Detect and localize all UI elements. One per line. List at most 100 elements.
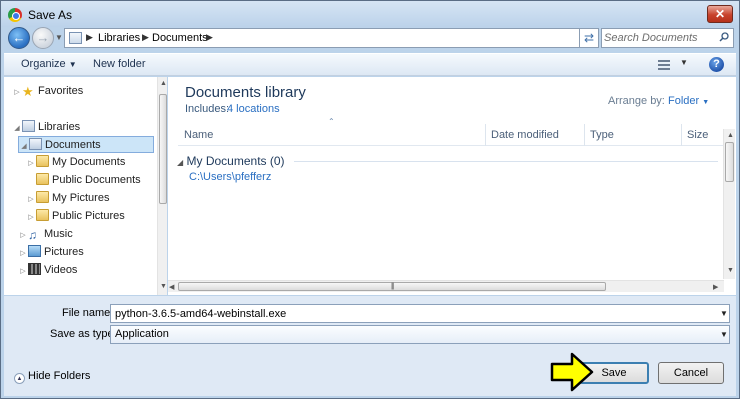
recent-pages-dropdown[interactable]: ▼ [55,31,63,45]
forward-button[interactable]: → [32,27,54,49]
arrange-by-dropdown[interactable]: Folder ▼ [668,95,709,107]
collapse-icon[interactable]: ◢ [19,138,29,155]
sidebar-item-label: Videos [44,264,78,276]
file-list-vertical-scrollbar[interactable]: ▲ ▼ [723,129,735,279]
arrange-by-label: Arrange by: [608,95,665,107]
chevron-down-icon: ▼ [68,60,77,69]
close-button[interactable]: ✕ [707,5,733,23]
locations-link[interactable]: 4 locations [227,103,280,115]
sidebar-item-label: Documents [45,139,101,151]
documents-library-icon [29,138,42,150]
scroll-right-icon[interactable]: ▶ [713,283,718,291]
scroll-up-icon[interactable]: ▲ [727,132,734,139]
folder-icon [36,209,49,221]
address-bar[interactable]: ▶ Libraries ▶ Documents ▶ ▼ [64,28,594,48]
library-title: Documents library [185,84,306,101]
back-button[interactable]: ← [8,27,30,49]
navigation-scrollbar[interactable]: ▲ ▼ [157,77,167,295]
breadcrumb-documents[interactable]: Documents [152,32,208,44]
command-bar: Organize ▼ New folder ▼ ? [4,53,736,76]
dialog-footer: ▲ Hide Folders Save Cancel [4,356,736,396]
save-as-type-select[interactable]: Application [110,325,730,344]
refresh-button[interactable]: ⇄ [579,28,599,48]
column-header-type[interactable]: Type [586,124,682,146]
chevron-down-icon: ▼ [702,99,710,106]
sidebar-item-my-pictures[interactable]: ▷ My Pictures [26,190,109,207]
file-list-horizontal-scrollbar[interactable]: ◀ ||| ▶ [168,280,724,292]
sidebar-item-label: Music [44,228,73,240]
search-box[interactable] [601,28,734,48]
scroll-down-icon[interactable]: ▼ [727,267,734,274]
scrollbar-thumb[interactable] [725,142,734,182]
chevron-right-icon[interactable]: ▶ [86,32,93,43]
scrollbar-thumb[interactable] [159,94,167,204]
expand-icon[interactable]: ▷ [18,227,28,244]
hide-folders-button[interactable]: ▲ Hide Folders [14,370,90,384]
sidebar-item-label: My Pictures [52,192,110,204]
help-icon[interactable]: ? [709,57,724,72]
videos-icon [28,263,41,275]
filename-dropdown-icon[interactable]: ▼ [720,309,728,318]
chevron-right-icon[interactable]: ▶ [206,32,213,43]
new-folder-button[interactable]: New folder [93,58,146,70]
yellow-arrow-pointer-icon [550,352,594,392]
expand-icon[interactable]: ▷ [26,209,36,226]
column-header-name[interactable]: Name [180,124,486,146]
sidebar-item-libraries[interactable]: ◢ Libraries [12,119,80,136]
search-input[interactable] [604,30,714,46]
sidebar-item-public-pictures[interactable]: ▷ Public Pictures [26,208,125,225]
view-dropdown-icon[interactable]: ▼ [680,58,688,67]
sidebar-item-public-documents[interactable]: Public Documents [26,172,141,189]
scroll-left-icon[interactable]: ◀ [169,283,174,291]
library-icon [22,120,35,132]
organize-button[interactable]: Organize ▼ [21,58,77,70]
sidebar-item-label: Public Documents [52,174,141,186]
navigation-pane: ▷ ★ Favorites ◢ Libraries ◢ Documents ▷ My Do… [4,77,167,295]
scroll-up-icon[interactable]: ▲ [160,80,167,87]
column-header-date-modified[interactable]: Date modified [487,124,585,146]
filename-label: File name: [62,307,114,319]
organize-label: Organize [21,58,66,70]
sidebar-item-label: My Documents [52,156,126,168]
scrollbar-thumb[interactable]: ||| [178,282,606,291]
collapse-icon[interactable]: ◢ [12,120,22,137]
scroll-down-icon[interactable]: ▼ [160,283,167,290]
folder-icon [36,191,49,203]
sidebar-item-pictures[interactable]: ▷ Pictures [18,244,84,261]
column-header-size[interactable]: Size [683,124,723,146]
group-title: My Documents (0) [186,154,285,168]
save-as-type-dropdown-icon[interactable]: ▼ [720,330,728,339]
sidebar-item-label: Public Pictures [52,210,125,222]
expand-icon[interactable]: ▷ [18,263,28,280]
search-icon[interactable] [719,32,729,42]
filename-input[interactable] [110,304,730,323]
expand-icon[interactable]: ▷ [26,155,36,172]
sidebar-item-music[interactable]: ▷ ♫ Music [18,226,73,244]
pictures-icon [28,245,41,257]
collapse-group-icon[interactable]: ◢ [177,158,183,167]
music-icon: ♫ [28,228,37,242]
expand-icon[interactable]: ▷ [26,191,36,208]
group-path-link[interactable]: C:\Users\pfefferz [189,171,271,183]
sidebar-item-videos[interactable]: ▷ Videos [18,262,77,279]
chevron-up-icon: ▲ [14,373,25,384]
arrange-by-value: Folder [668,95,700,107]
group-divider [294,161,718,162]
cancel-button[interactable]: Cancel [658,362,724,384]
expand-icon[interactable]: ▷ [12,84,22,101]
includes-label: Includes: [185,103,230,115]
group-header[interactable]: ◢ My Documents (0) [177,154,285,168]
sidebar-item-documents[interactable]: ◢ Documents [18,136,154,153]
window-title: Save As [28,8,73,22]
chrome-icon [8,8,22,22]
navigation-bar: ← → ▼ ▶ Libraries ▶ Documents ▶ ▼ ⇄ [1,27,739,49]
chevron-right-icon[interactable]: ▶ [142,32,149,43]
breadcrumb-libraries[interactable]: Libraries [98,32,140,44]
sidebar-item-favorites[interactable]: ▷ ★ Favorites [12,83,83,100]
sidebar-item-my-documents[interactable]: ▷ My Documents [26,154,125,171]
save-as-type-label: Save as type: [50,328,117,340]
change-view-icon[interactable] [658,60,670,70]
expand-icon[interactable]: ▷ [18,245,28,262]
library-icon [69,32,82,44]
save-form: File name: ▼ Save as type: Application ▼ [4,296,736,356]
